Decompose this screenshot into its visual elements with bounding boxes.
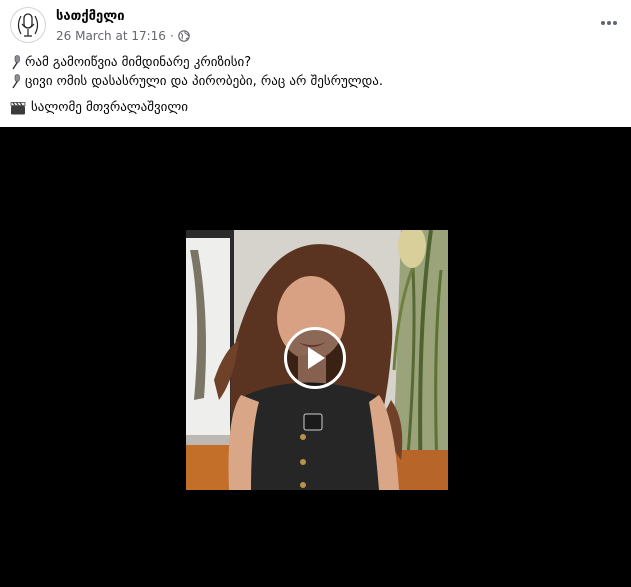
more-dot — [613, 21, 617, 25]
post-line: რამ გამოიწვია მიმდინარე კრიზისი? — [10, 53, 620, 72]
clapper-board-emoji-icon — [10, 101, 26, 115]
post-header: სათქმელი 26 March at 17:16 · — [10, 7, 621, 47]
post-line-text: ცივი ომის დასასრული და პირობები, რაც არ … — [25, 74, 383, 89]
microphone-logo-icon — [17, 13, 39, 37]
post-line-text: სალომე მთვრალაშვილი — [31, 100, 188, 115]
microphone-emoji-icon — [10, 74, 23, 89]
more-options-button[interactable] — [597, 13, 621, 33]
meta-separator: · — [169, 29, 174, 43]
post-line-text: რამ გამოიწვია მიმდინარე კრიზისი? — [25, 55, 252, 70]
video-player[interactable] — [0, 127, 631, 587]
post-message: რამ გამოიწვია მიმდინარე კრიზისი? ცივი ომ… — [10, 53, 620, 117]
post-line: სალომე მთვრალაშვილი — [10, 98, 620, 117]
page-name-link[interactable]: სათქმელი — [56, 9, 125, 24]
more-horizontal-icon — [601, 21, 605, 25]
post-meta: 26 March at 17:16 · — [56, 29, 190, 43]
play-icon — [308, 347, 325, 369]
microphone-emoji-icon — [10, 55, 23, 70]
more-dot — [607, 21, 611, 25]
globe-icon[interactable] — [177, 30, 190, 42]
video-thumbnail[interactable] — [186, 230, 448, 490]
page-avatar[interactable] — [10, 7, 46, 43]
post-timestamp-link[interactable]: 26 March at 17:16 — [56, 29, 166, 43]
post-line: ცივი ომის დასასრული და პირობები, რაც არ … — [10, 72, 620, 91]
play-button[interactable] — [284, 327, 346, 389]
